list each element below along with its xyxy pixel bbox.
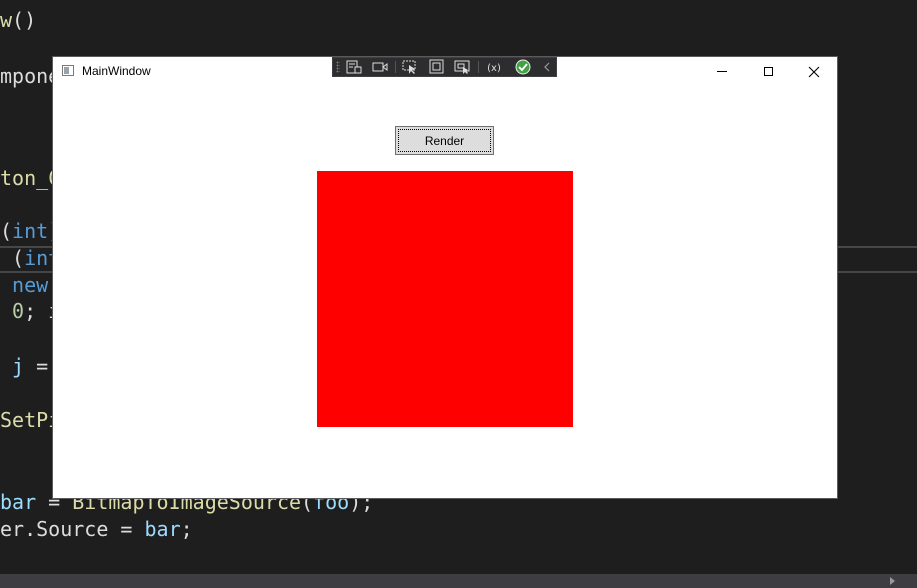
code-token: w [0, 8, 13, 32]
svg-text:(x): (x) [487, 63, 501, 74]
render-button[interactable]: Render [395, 126, 494, 155]
collapse-icon[interactable] [538, 59, 556, 75]
code-token: ( [0, 219, 13, 243]
close-button[interactable] [791, 57, 837, 86]
code-token: 0 [0, 299, 25, 323]
main-window: MainWindow (x) Render [53, 57, 837, 498]
code-token: bar [144, 517, 181, 541]
code-line: new [0, 272, 48, 299]
code-token: new [0, 273, 49, 297]
app-window-icon [62, 65, 74, 76]
code-token: ( [0, 246, 25, 270]
select-element-icon[interactable] [402, 59, 420, 75]
rendered-image [317, 171, 573, 427]
check-accessibility-icon[interactable] [514, 59, 532, 75]
code-line: w() [0, 7, 36, 34]
code-line: j = [0, 353, 48, 380]
code-token: j [0, 354, 25, 378]
code-line: (int) [0, 218, 60, 245]
track-focus-icon[interactable] [454, 59, 472, 75]
code-line: SetPi [0, 407, 60, 434]
code-token: () [12, 8, 37, 32]
code-line: ton_C [0, 165, 60, 192]
live-visual-tree-icon[interactable] [345, 59, 363, 75]
maximize-button[interactable] [745, 57, 791, 86]
code-token: ; [180, 517, 193, 541]
code-token: mpone [0, 64, 61, 88]
display-layout-adorners-icon[interactable] [428, 59, 446, 75]
code-line: er.Source = bar; [0, 516, 193, 543]
code-token: int [12, 219, 49, 243]
xaml-debug-toolbar: (x) [332, 57, 557, 77]
code-token: er.Source = [0, 517, 145, 541]
toolbar-separator [395, 61, 396, 73]
minimize-button[interactable] [699, 57, 745, 86]
code-token: SetPi [0, 408, 61, 432]
code-token: ton_C [0, 166, 61, 190]
toolbar-separator [478, 61, 479, 73]
code-token: = [24, 354, 49, 378]
scroll-right-arrow-icon[interactable] [890, 577, 895, 585]
window-title: MainWindow [82, 64, 151, 78]
camera-icon[interactable] [371, 59, 389, 75]
code-line: (int [0, 245, 60, 272]
code-line: 0; i [0, 298, 60, 325]
code-line: mpone [0, 63, 60, 90]
minimize-icon [717, 71, 727, 72]
maximize-icon [763, 67, 773, 76]
close-icon [808, 66, 820, 77]
toolbar-grip-icon[interactable] [336, 61, 340, 73]
binding-failures-icon[interactable]: (x) [485, 59, 503, 75]
code-token: bar [0, 490, 37, 514]
horizontal-scrollbar[interactable] [0, 574, 917, 588]
title-bar[interactable]: MainWindow (x) [53, 57, 837, 87]
